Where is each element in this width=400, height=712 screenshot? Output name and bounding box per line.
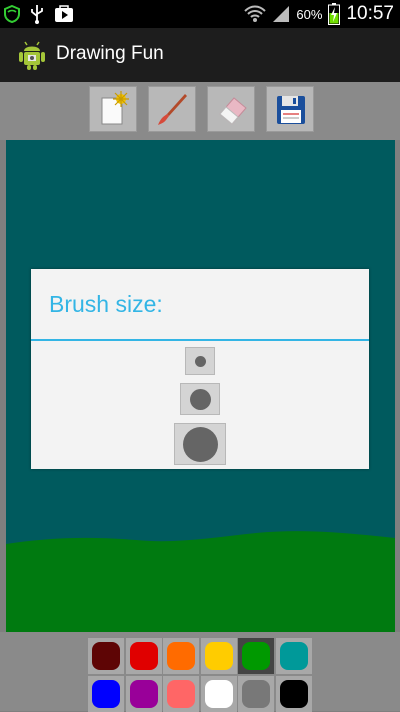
- color-swatch: [130, 642, 158, 670]
- small-brush-button[interactable]: [185, 347, 215, 375]
- eraser-button[interactable]: [207, 86, 255, 132]
- color-swatch: [92, 680, 120, 708]
- color-swatch-button[interactable]: [88, 638, 124, 674]
- color-swatch: [280, 642, 308, 670]
- brush-size-dialog: Brush size:: [31, 269, 369, 469]
- color-swatch: [205, 642, 233, 670]
- toolbar: [0, 82, 400, 140]
- battery-charging-icon: [328, 3, 341, 25]
- color-swatch-button[interactable]: [126, 638, 162, 674]
- floppy-disk-icon: [277, 96, 305, 124]
- signal-icon: [273, 6, 290, 22]
- eraser-icon: [219, 97, 247, 125]
- color-swatch-button[interactable]: [201, 638, 237, 674]
- color-swatch-button[interactable]: [163, 638, 199, 674]
- green-ground-stroke: [6, 531, 395, 632]
- new-drawing-button[interactable]: [89, 86, 137, 132]
- app-title: Drawing Fun: [56, 43, 164, 64]
- color-swatch-button[interactable]: [126, 676, 162, 712]
- save-button[interactable]: [266, 86, 314, 132]
- color-palette: [0, 632, 400, 712]
- brush-button[interactable]: [148, 86, 196, 132]
- shield-icon: [4, 5, 20, 23]
- color-swatch-button[interactable]: [238, 638, 274, 674]
- color-swatch: [92, 642, 120, 670]
- color-swatch: [242, 642, 270, 670]
- wifi-icon: [244, 5, 267, 22]
- color-swatch-button[interactable]: [238, 676, 274, 712]
- color-swatch-button[interactable]: [276, 676, 312, 712]
- color-swatch: [242, 680, 270, 708]
- color-swatch: [280, 680, 308, 708]
- color-swatch-button[interactable]: [201, 676, 237, 712]
- dialog-divider: [31, 339, 369, 341]
- color-swatch-button[interactable]: [276, 638, 312, 674]
- large-brush-dot: [183, 427, 218, 462]
- color-swatch-button[interactable]: [88, 676, 124, 712]
- medium-brush-button[interactable]: [180, 383, 220, 415]
- play-store-icon: [55, 5, 73, 22]
- paintbrush-icon: [158, 94, 187, 125]
- color-swatch-button[interactable]: [163, 676, 199, 712]
- color-swatch: [167, 680, 195, 708]
- small-brush-dot: [195, 356, 206, 367]
- color-swatch: [205, 680, 233, 708]
- color-swatch: [167, 642, 195, 670]
- large-brush-button[interactable]: [174, 423, 226, 465]
- clock: 10:57: [346, 3, 394, 24]
- android-app-icon[interactable]: [17, 39, 47, 71]
- usb-icon: [31, 5, 43, 24]
- status-bar: 60% 10:57: [0, 0, 400, 28]
- new-page-icon: [101, 91, 129, 125]
- battery-percent: 60%: [296, 6, 323, 22]
- medium-brush-dot: [190, 389, 211, 410]
- dialog-title: Brush size:: [49, 291, 163, 317]
- color-swatch: [130, 680, 158, 708]
- action-bar: Drawing Fun: [0, 28, 400, 82]
